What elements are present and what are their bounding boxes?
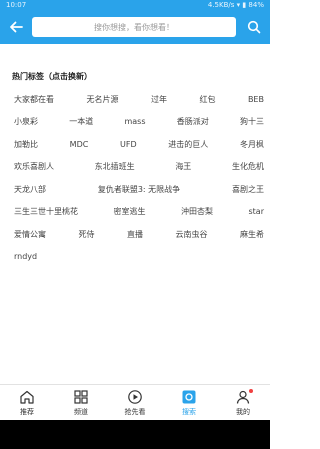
search-icon [247,20,261,34]
tag-item[interactable]: 红包 [199,94,215,105]
tag-row: 小泉彩 一本道 mass 香肠派对 狗十三 [0,111,270,134]
nav-label: 抢先看 [124,407,146,416]
nav-label: 推荐 [20,407,34,416]
status-bar: 10:07 4.5KB/s ▾ ▮ 84% [0,0,270,10]
notification-dot [249,389,253,393]
tag-item[interactable]: 麻生希 [240,229,264,240]
tag-item[interactable]: 死侍 [79,229,95,240]
tag-item[interactable]: 云南虫谷 [176,229,208,240]
back-arrow-icon [10,21,23,33]
tag-item[interactable]: 过年 [151,94,167,105]
tag-row: 加勒比 MDC UFD 进击的巨人 冬月枫 [0,133,270,156]
tag-item[interactable]: 无名片源 [86,94,118,105]
nav-label: 频道 [74,407,88,416]
nav-item-recommend[interactable]: 推荐 [0,385,54,420]
tag-item[interactable]: BEB [248,95,264,104]
hot-tags-list: 大家都在看 无名片源 过年 红包 BEB 小泉彩 一本道 mass 香肠派对 狗… [0,88,270,268]
tag-item[interactable]: 三生三世十里桃花 [14,206,78,217]
back-button[interactable] [6,17,26,37]
search-input[interactable]: 搜你想搜，看你想看！ [32,17,236,37]
tag-item[interactable]: MDC [70,140,89,149]
nav-label: 搜索 [182,407,196,416]
status-time: 10:07 [6,1,27,9]
tag-item[interactable]: 生化危机 [232,161,264,172]
system-navigation-bar [0,420,270,449]
nav-label: 我的 [236,407,250,416]
tag-row: 三生三世十里桃花 密室逃生 沖田杏梨 star [0,201,270,224]
tag-row: 爱情公寓 死侍 直播 云南虫谷 麻生希 [0,223,270,246]
tag-item[interactable]: UFD [120,140,137,149]
status-right: 4.5KB/s ▾ ▮ 84% [207,1,264,9]
tag-row: 天龙八部 复仇者联盟3: 无限战争 喜剧之王 [0,178,270,201]
search-button[interactable] [244,17,264,37]
tag-item[interactable]: 海王 [175,161,191,172]
tag-item[interactable]: 狗十三 [240,116,264,127]
app-screen: 10:07 4.5KB/s ▾ ▮ 84% 搜你想搜，看你想看！ 热门标签（点击… [0,0,270,449]
tag-item[interactable]: 喜剧之王 [232,184,264,195]
nav-item-preview[interactable]: 抢先看 [108,385,162,420]
top-bar: 搜你想搜，看你想看！ [0,10,270,44]
tag-item[interactable]: 大家都在看 [14,94,54,105]
tag-item[interactable]: rndyd [14,252,37,261]
tag-item[interactable]: 一本道 [69,116,93,127]
tag-item[interactable]: 沖田杏梨 [181,206,213,217]
play-icon [128,389,142,404]
tag-item[interactable]: 密室逃生 [114,206,146,217]
hot-tags-title[interactable]: 热门标签（点击换新） [0,44,270,84]
tag-item[interactable]: 天龙八部 [14,184,46,195]
tag-row: 大家都在看 无名片源 过年 红包 BEB [0,88,270,111]
tag-item[interactable]: 小泉彩 [14,116,38,127]
nav-item-channel[interactable]: 频道 [54,385,108,420]
tag-item[interactable]: 直播 [127,229,143,240]
tag-item[interactable]: 香肠派对 [177,116,209,127]
tag-item[interactable]: mass [124,117,145,126]
tag-item[interactable]: 进击的巨人 [168,139,208,150]
tag-item[interactable]: star [249,207,265,216]
tag-item[interactable]: 爱情公寓 [14,229,46,240]
nav-item-search[interactable]: 搜索 [162,385,216,420]
nav-item-mine[interactable]: 我的 [216,385,270,420]
tag-item[interactable]: 欢乐喜剧人 [14,161,54,172]
tag-item[interactable]: 复仇者联盟3: 无限战争 [98,184,180,195]
tag-item[interactable]: 东北插班生 [95,161,135,172]
search-placeholder: 搜你想搜，看你想看！ [94,22,174,32]
tag-item[interactable]: 加勒比 [14,139,38,150]
bottom-nav: 推荐 频道 抢先看 搜索 我的 [0,384,270,420]
tag-row: rndyd [0,246,270,269]
home-icon [20,390,34,404]
tag-row: 欢乐喜剧人 东北插班生 海王 生化危机 [0,156,270,179]
grid-icon [74,389,88,404]
tag-item[interactable]: 冬月枫 [240,139,264,150]
search-tab-icon [182,390,196,403]
